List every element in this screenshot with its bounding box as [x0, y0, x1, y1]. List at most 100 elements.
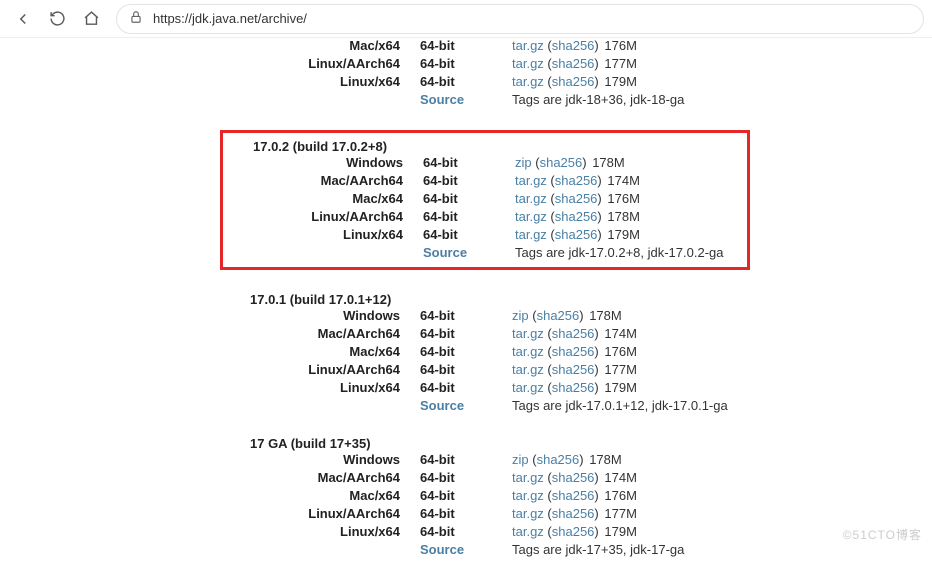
- file-link[interactable]: tar.gz: [512, 506, 544, 521]
- platform-label: Mac/x64: [220, 344, 400, 359]
- arch-label: 64-bit: [420, 506, 492, 521]
- download-row: Mac/x6464-bittar.gz (sha256) 176M: [220, 38, 932, 56]
- version-header: 17.0.1 (build 17.0.1+12): [220, 290, 932, 308]
- file-link[interactable]: tar.gz: [515, 191, 547, 206]
- download-links: zip (sha256) 178M: [515, 155, 625, 170]
- file-link[interactable]: tar.gz: [515, 209, 547, 224]
- hash-link[interactable]: sha256: [555, 209, 598, 224]
- lock-icon: [129, 10, 143, 27]
- source-label: Source: [420, 398, 492, 413]
- file-link[interactable]: tar.gz: [515, 227, 547, 242]
- file-link[interactable]: zip: [512, 308, 529, 323]
- file-link[interactable]: tar.gz: [512, 344, 544, 359]
- size-label: 176M: [601, 344, 637, 359]
- download-row: Linux/x6464-bittar.gz (sha256) 179M: [223, 227, 747, 245]
- file-link[interactable]: tar.gz: [515, 173, 547, 188]
- hash-link[interactable]: sha256: [552, 488, 595, 503]
- source-label: Source: [420, 542, 492, 557]
- hash-link[interactable]: sha256: [552, 524, 595, 539]
- hash-link[interactable]: sha256: [552, 506, 595, 521]
- platform-label: Mac/x64: [220, 488, 400, 503]
- file-link[interactable]: tar.gz: [512, 362, 544, 377]
- size-label: 179M: [601, 380, 637, 395]
- home-button[interactable]: [76, 4, 106, 34]
- highlighted-version: 17.0.2 (build 17.0.2+8)Windows64-bitzip …: [220, 130, 750, 270]
- size-label: 174M: [601, 470, 637, 485]
- hash-link[interactable]: sha256: [552, 326, 595, 341]
- back-button[interactable]: [8, 4, 38, 34]
- address-bar[interactable]: https://jdk.java.net/archive/: [116, 4, 924, 34]
- platform-label: Linux/x64: [220, 380, 400, 395]
- download-row: Mac/x6464-bittar.gz (sha256) 176M: [220, 344, 932, 362]
- hash-link[interactable]: sha256: [552, 344, 595, 359]
- arch-label: 64-bit: [420, 74, 492, 89]
- download-row: Linux/x6464-bittar.gz (sha256) 179M: [220, 524, 932, 542]
- arch-label: 64-bit: [420, 308, 492, 323]
- size-label: 178M: [604, 209, 640, 224]
- arch-label: 64-bit: [420, 380, 492, 395]
- file-link[interactable]: zip: [515, 155, 532, 170]
- hash-link[interactable]: sha256: [552, 56, 595, 71]
- hash-link[interactable]: sha256: [555, 227, 598, 242]
- platform-label: Windows: [220, 308, 400, 323]
- download-row: Linux/AArch64 64-bit tar.gz (sha256) 177M: [220, 506, 932, 524]
- size-label: 178M: [589, 155, 625, 170]
- size-label: 177M: [601, 56, 637, 71]
- file-link[interactable]: tar.gz: [512, 488, 544, 503]
- arch-label: 64-bit: [420, 38, 492, 53]
- source-row: SourceTags are jdk-17+35, jdk-17-ga: [220, 542, 932, 560]
- download-links: tar.gz (sha256) 177M: [512, 506, 637, 521]
- file-link[interactable]: tar.gz: [512, 38, 544, 53]
- source-tags: Tags are jdk-18+36, jdk-18-ga: [512, 92, 684, 107]
- hash-link[interactable]: sha256: [552, 74, 595, 89]
- hash-link[interactable]: sha256: [537, 308, 580, 323]
- download-row: Windows64-bitzip (sha256) 178M: [223, 155, 747, 173]
- file-link[interactable]: tar.gz: [512, 326, 544, 341]
- download-links: tar.gz (sha256) 176M: [512, 344, 637, 359]
- size-label: 174M: [601, 326, 637, 341]
- size-label: 179M: [604, 227, 640, 242]
- size-label: 176M: [601, 488, 637, 503]
- source-tags: Tags are jdk-17.0.1+12, jdk-17.0.1-ga: [512, 398, 728, 413]
- hash-link[interactable]: sha256: [552, 470, 595, 485]
- source-row: Source Tags are jdk-17.0.1+12, jdk-17.0.1…: [220, 398, 932, 416]
- version-header: 17 GA (build 17+35): [220, 434, 932, 452]
- file-link[interactable]: tar.gz: [512, 470, 544, 485]
- hash-link[interactable]: sha256: [537, 452, 580, 467]
- download-row: Linux/AArch6464-bittar.gz (sha256) 177M: [220, 56, 932, 74]
- arch-label: 64-bit: [423, 173, 495, 188]
- platform-label: Linux/AArch64: [220, 56, 400, 71]
- source-tags: Tags are jdk-17.0.2+8, jdk-17.0.2-ga: [515, 245, 724, 260]
- hash-link[interactable]: sha256: [555, 173, 598, 188]
- file-link[interactable]: tar.gz: [512, 56, 544, 71]
- download-links: tar.gz (sha256) 179M: [512, 524, 637, 539]
- download-row: Mac/AArch6464-bittar.gz (sha256) 174M: [223, 173, 747, 191]
- file-link[interactable]: zip: [512, 452, 529, 467]
- hash-link[interactable]: sha256: [552, 38, 595, 53]
- file-link[interactable]: tar.gz: [512, 74, 544, 89]
- download-row: Mac/AArch6464-bittar.gz (sha256) 174M: [220, 326, 932, 344]
- download-row: Windows64-bitzip (sha256) 178M: [220, 452, 932, 470]
- platform-label: Linux/x64: [220, 74, 400, 89]
- size-label: 176M: [601, 38, 637, 53]
- download-links: tar.gz (sha256) 179M: [512, 380, 637, 395]
- platform-label: Linux/x64: [223, 227, 403, 242]
- platform-label: Linux/x64: [220, 524, 400, 539]
- hash-link[interactable]: sha256: [552, 362, 595, 377]
- download-row: Mac/AArch6464-bittar.gz (sha256) 174M: [220, 470, 932, 488]
- platform-label: Mac/AArch64: [220, 470, 400, 485]
- download-row: Linux/AArch6464-bittar.gz (sha256) 177M: [220, 362, 932, 380]
- arch-label: 64-bit: [423, 209, 495, 224]
- refresh-button[interactable]: [42, 4, 72, 34]
- source-row: SourceTags are jdk-17.0.2+8, jdk-17.0.2-…: [223, 245, 747, 263]
- hash-link[interactable]: sha256: [540, 155, 583, 170]
- file-link[interactable]: tar.gz: [512, 524, 544, 539]
- download-row: Linux/AArch6464-bittar.gz (sha256) 178M: [223, 209, 747, 227]
- platform-label: Mac/x64: [220, 38, 400, 53]
- file-link[interactable]: tar.gz: [512, 380, 544, 395]
- hash-link[interactable]: sha256: [555, 191, 598, 206]
- download-links: tar.gz (sha256) 179M: [512, 74, 637, 89]
- hash-link[interactable]: sha256: [552, 380, 595, 395]
- platform-label: Linux/AArch64: [220, 506, 400, 521]
- arch-label: 64-bit: [420, 326, 492, 341]
